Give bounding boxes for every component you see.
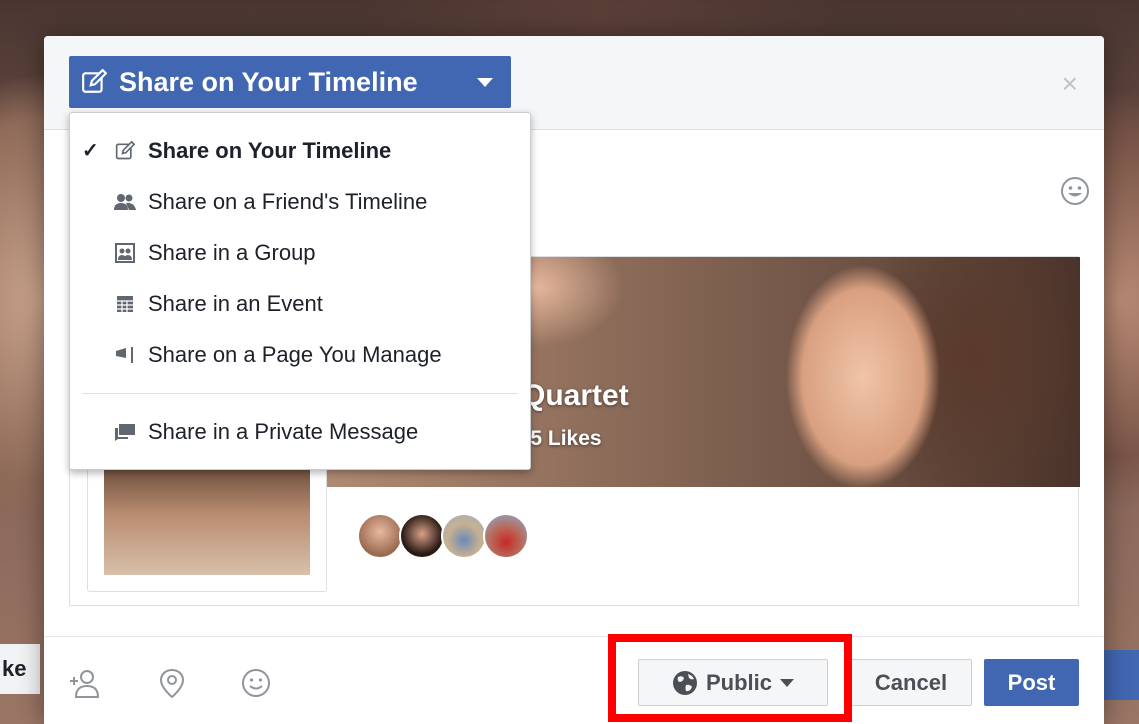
message-icon bbox=[110, 421, 140, 443]
share-target-label: Share on Your Timeline bbox=[119, 66, 418, 97]
tag-friends-icon[interactable] bbox=[68, 667, 100, 699]
feeling-emoji-icon[interactable] bbox=[240, 667, 272, 699]
menu-divider bbox=[82, 393, 518, 394]
friend-avatar[interactable] bbox=[441, 513, 487, 559]
group-icon bbox=[110, 242, 140, 264]
edit-icon bbox=[82, 69, 107, 93]
privacy-label: Public bbox=[705, 669, 772, 695]
friend-avatar[interactable] bbox=[357, 513, 403, 559]
menu-item-label: Share in a Group bbox=[148, 239, 316, 265]
share-target-dropdown-button[interactable]: Share on Your Timeline bbox=[69, 56, 511, 108]
location-pin-icon[interactable] bbox=[156, 667, 188, 699]
friends-who-like bbox=[357, 513, 529, 559]
menu-item-share-group[interactable]: Share in a Group bbox=[70, 227, 530, 278]
emoji-icon[interactable] bbox=[1060, 176, 1090, 206]
post-button[interactable]: Post bbox=[984, 659, 1079, 706]
share-target-menu: ✓ Share on Your Timeline Share on a Frie… bbox=[69, 112, 531, 470]
menu-item-share-friend-timeline[interactable]: Share on a Friend's Timeline bbox=[70, 176, 530, 227]
dialog-footer: Public Cancel Post bbox=[44, 636, 1104, 724]
cancel-button[interactable]: Cancel bbox=[850, 659, 972, 706]
background-text-fragment: ke bbox=[0, 644, 40, 694]
menu-item-label: Share on a Friend's Timeline bbox=[148, 188, 428, 214]
menu-item-label: Share on a Page You Manage bbox=[148, 341, 442, 367]
menu-item-label: Share in an Event bbox=[148, 290, 323, 316]
menu-item-label: Share on Your Timeline bbox=[148, 137, 392, 163]
edit-icon bbox=[110, 140, 140, 162]
flag-icon bbox=[110, 344, 140, 366]
chevron-down-icon bbox=[780, 678, 794, 687]
profile-image bbox=[104, 464, 310, 575]
check-icon: ✓ bbox=[82, 140, 99, 162]
friend-avatar[interactable] bbox=[483, 513, 529, 559]
menu-item-label: Share in a Private Message bbox=[148, 418, 419, 444]
chevron-down-icon bbox=[477, 77, 493, 87]
menu-item-share-event[interactable]: Share in an Event bbox=[70, 278, 530, 329]
calendar-icon bbox=[110, 293, 140, 315]
privacy-selector-button[interactable]: Public bbox=[638, 659, 828, 706]
friends-icon bbox=[110, 191, 140, 213]
menu-item-share-page[interactable]: Share on a Page You Manage bbox=[70, 329, 530, 380]
close-icon[interactable]: × bbox=[1062, 70, 1078, 98]
menu-item-share-message[interactable]: Share in a Private Message bbox=[70, 406, 530, 457]
globe-icon bbox=[672, 670, 697, 695]
friend-avatar[interactable] bbox=[399, 513, 445, 559]
menu-item-share-timeline[interactable]: ✓ Share on Your Timeline bbox=[70, 125, 530, 176]
background-button-fragment bbox=[1099, 650, 1139, 700]
